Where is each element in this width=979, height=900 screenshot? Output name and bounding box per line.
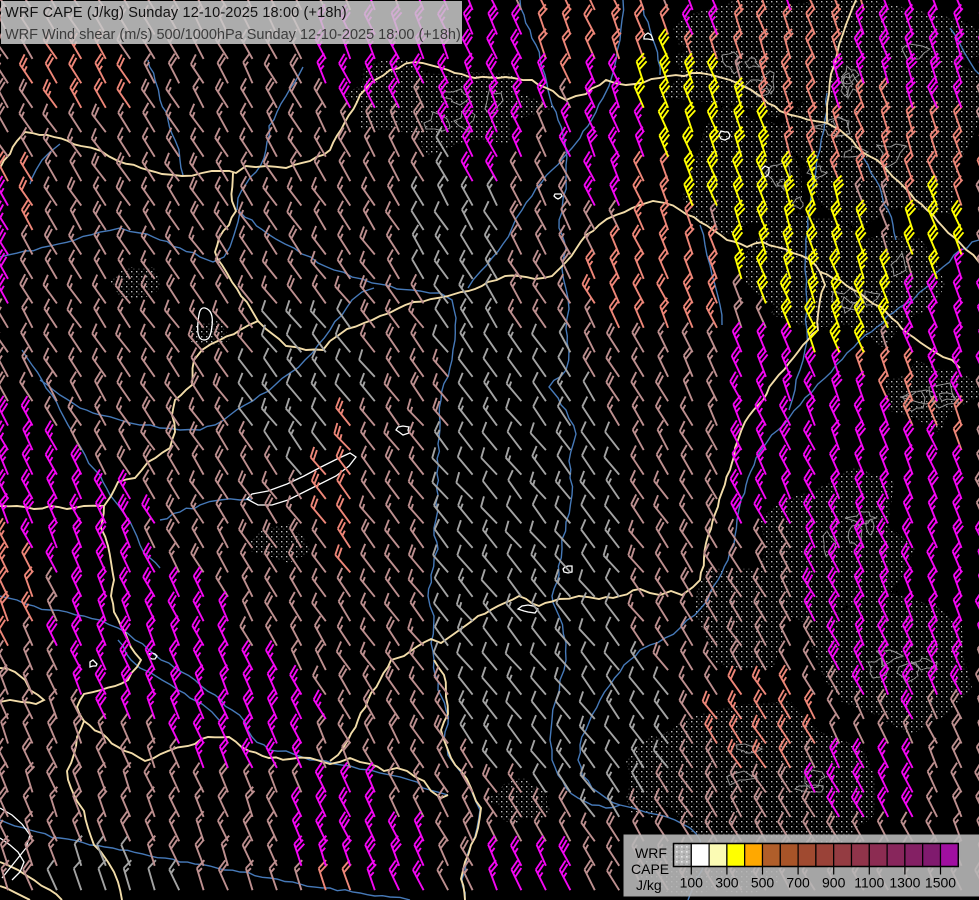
svg-text:WRF: WRF xyxy=(635,845,667,861)
svg-text:100: 100 xyxy=(680,875,704,891)
svg-text:500: 500 xyxy=(751,875,775,891)
svg-text:300: 300 xyxy=(715,875,739,891)
svg-text:1100: 1100 xyxy=(854,875,884,891)
svg-text:900: 900 xyxy=(822,875,846,891)
svg-text:WRF Wind shear (m/s) 500/1000h: WRF Wind shear (m/s) 500/1000hPa Sunday … xyxy=(5,27,461,43)
svg-text:CAPE: CAPE xyxy=(631,861,669,877)
svg-text:J/kg: J/kg xyxy=(636,877,662,893)
svg-text:1500: 1500 xyxy=(925,875,956,891)
svg-text:WRF CAPE (J/kg) Sunday 12-10-2: WRF CAPE (J/kg) Sunday 12-10-2025 18:00 … xyxy=(5,5,347,21)
svg-text:700: 700 xyxy=(786,875,810,891)
svg-text:1300: 1300 xyxy=(889,875,920,891)
